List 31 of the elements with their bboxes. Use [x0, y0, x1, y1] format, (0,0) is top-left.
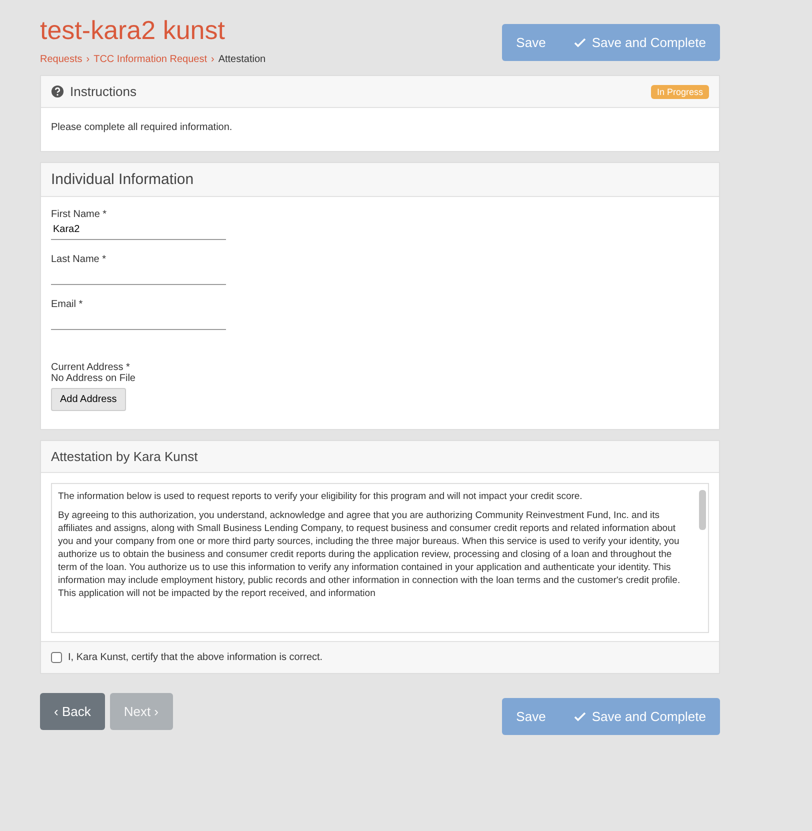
- agree-label: I, Kara Kunst, certify that the above information is correct.: [68, 652, 323, 663]
- panel-title: Individual Information: [51, 171, 194, 188]
- terms-paragraph: By agreeing to this authorization, you understand, acknowledge and agree that you are authorizing Community Reinvestment Fund, Inc. and its affiliates and assigns, along with Small Business Lending Company, to request business and consumer credit reports and related information about you and your company from one or more third party sources, including the three major bureaus. When this service is used to verify your identity, you authorize us to obtain the business and consumer credit reports during the application review, processing and closing of a loan and throughout the term of the loan. You authorize us to use this information to verify any information contained in your application and authenticate your identity. This information may include employment history, public records and other information in connection with the loan terms and the customer's credit profile. This application will not be impacted by the report received, and information: [58, 509, 682, 600]
- field-label: Current Address *: [51, 362, 131, 373]
- save-button[interactable]: Save: [502, 698, 560, 735]
- terms-intro: The information below is used to request reports to verify your eligibility for this program and will not impact your credit score.: [58, 490, 584, 503]
- help-icon: [51, 85, 64, 98]
- add-address-button[interactable]: Add Address: [51, 388, 126, 411]
- field-label: Email *: [51, 299, 84, 310]
- field-label: First Name *: [51, 209, 108, 220]
- save-button[interactable]: Save: [502, 24, 560, 61]
- panel-title: Instructions: [70, 84, 136, 99]
- scrollbar-thumb[interactable]: [699, 490, 706, 530]
- checkmark-icon: [574, 710, 586, 722]
- save-and-complete-button[interactable]: Save and Complete: [560, 698, 720, 735]
- agree-checkbox[interactable]: [51, 652, 62, 663]
- back-button[interactable]: ‹ Back: [40, 693, 105, 730]
- checkmark-icon: [574, 36, 586, 48]
- breadcrumb-link[interactable]: Requests: [40, 54, 82, 65]
- field-label: Last Name *: [51, 254, 108, 265]
- breadcrumb-current: Attestation: [218, 54, 266, 65]
- status-badge: In Progress: [650, 84, 709, 98]
- address-note: No Address on File: [51, 373, 136, 384]
- terms-text-box[interactable]: [51, 483, 709, 633]
- panel-title: Attestation by Kara Kunst: [51, 449, 198, 464]
- breadcrumb-separator: ›: [210, 54, 214, 65]
- breadcrumb-link[interactable]: TCC Information Request: [94, 54, 207, 65]
- breadcrumb-separator: ›: [86, 54, 90, 65]
- page-title: test-kara2 kunst: [40, 14, 226, 46]
- save-and-complete-button[interactable]: Save and Complete: [560, 24, 720, 61]
- instructions-text: Please complete all required information.: [51, 122, 234, 133]
